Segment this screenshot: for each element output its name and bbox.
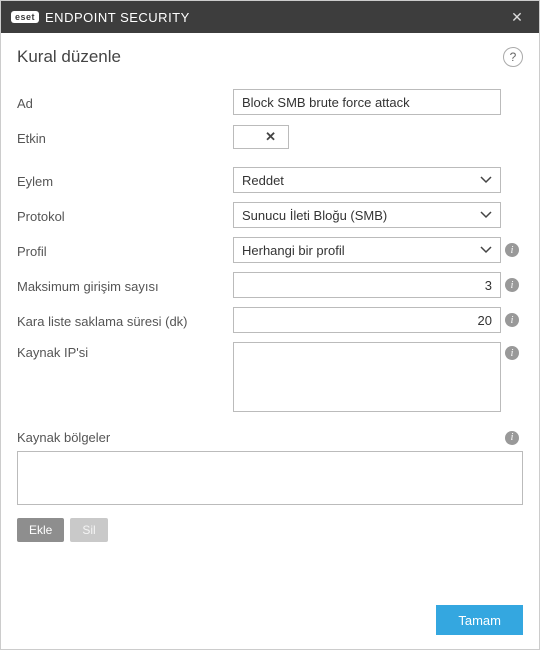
label-enabled: Etkin — [17, 128, 233, 146]
delete-button: Sil — [70, 518, 107, 542]
info-icon[interactable]: i — [505, 346, 519, 360]
max-attempts-input[interactable] — [233, 272, 501, 298]
add-button[interactable]: Ekle — [17, 518, 64, 542]
enabled-toggle[interactable]: ✕ — [233, 125, 289, 149]
name-input[interactable] — [233, 89, 501, 115]
chevron-down-icon — [480, 246, 492, 254]
info-icon[interactable]: i — [505, 278, 519, 292]
info-icon[interactable]: i — [505, 313, 519, 327]
chevron-down-icon — [480, 211, 492, 219]
ok-button[interactable]: Tamam — [436, 605, 523, 635]
label-protocol: Protokol — [17, 206, 233, 224]
form-content: Ad Etkin ✕ Eylem Reddet — [1, 77, 539, 593]
label-profile: Profil — [17, 241, 233, 259]
label-source-regions: Kaynak bölgeler — [17, 430, 501, 445]
label-source-ip: Kaynak IP'si — [17, 342, 233, 360]
info-icon[interactable]: i — [505, 243, 519, 257]
close-icon[interactable]: ✕ — [505, 9, 529, 26]
help-button[interactable]: ? — [503, 47, 523, 67]
title-bar: eset ENDPOINT SECURITY ✕ — [1, 1, 539, 33]
label-max-attempts: Maksimum girişim sayısı — [17, 276, 233, 294]
profile-select[interactable]: Herhangi bir profil — [233, 237, 501, 263]
dialog-window: eset ENDPOINT SECURITY ✕ Kural düzenle ?… — [0, 0, 540, 650]
blacklist-retention-input[interactable] — [233, 307, 501, 333]
action-select[interactable]: Reddet — [233, 167, 501, 193]
brand-badge: eset — [11, 11, 39, 23]
source-ip-textarea[interactable] — [233, 342, 501, 412]
protocol-select[interactable]: Sunucu İleti Bloğu (SMB) — [233, 202, 501, 228]
product-name: ENDPOINT SECURITY — [45, 10, 190, 25]
info-icon[interactable]: i — [505, 431, 519, 445]
dialog-header: Kural düzenle ? — [1, 33, 539, 77]
page-title: Kural düzenle — [17, 47, 503, 67]
dialog-footer: Tamam — [1, 593, 539, 649]
chevron-down-icon — [480, 176, 492, 184]
label-blacklist-retention: Kara liste saklama süresi (dk) — [17, 311, 233, 329]
question-icon: ? — [510, 50, 517, 64]
x-icon: ✕ — [265, 129, 276, 145]
label-action: Eylem — [17, 171, 233, 189]
source-regions-textarea[interactable] — [17, 451, 523, 505]
label-name: Ad — [17, 93, 233, 111]
